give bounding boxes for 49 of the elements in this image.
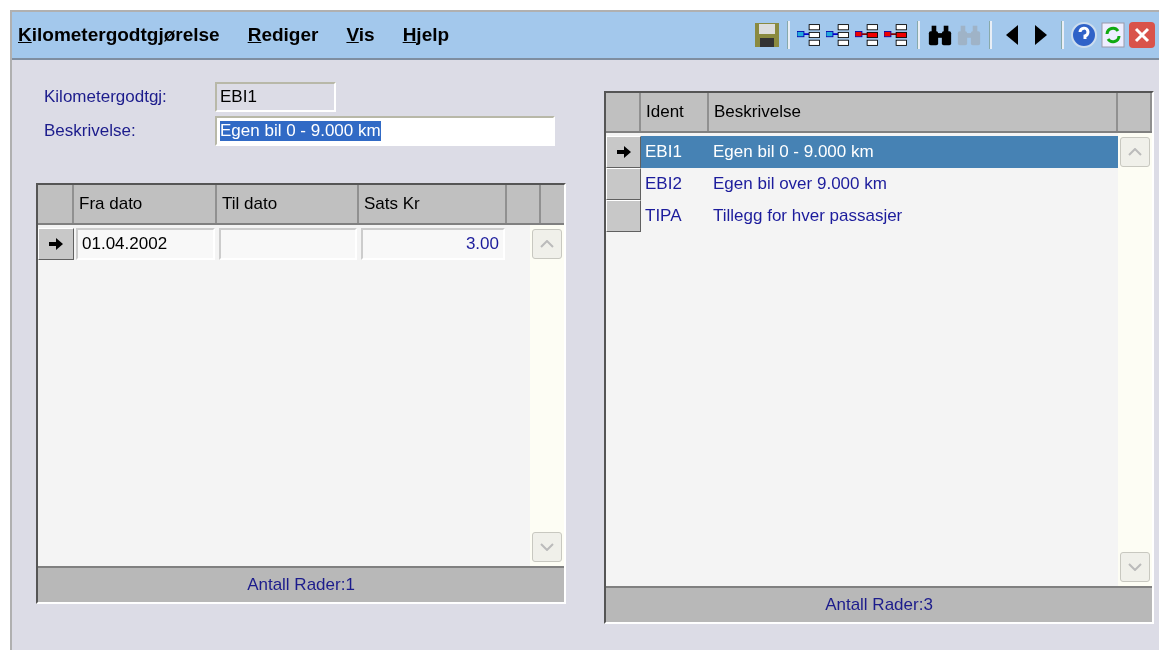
row-header[interactable] (606, 136, 641, 168)
table-cell-text: TIPA (644, 205, 683, 227)
add-row-icon[interactable] (797, 22, 823, 48)
input-field[interactable]: EBI1 (215, 82, 336, 112)
column-header[interactable]: Sats Kr (359, 185, 507, 223)
menu-item[interactable]: Vis (346, 24, 375, 46)
remove-row-icon[interactable] (855, 22, 881, 48)
row-pointer-icon (616, 146, 631, 158)
table-cell-text: Tillegg for hver passasjer (712, 205, 904, 227)
caret-up-icon (1128, 148, 1142, 156)
help-icon[interactable] (1071, 22, 1097, 48)
column-header[interactable]: Ident (641, 93, 709, 131)
column-header[interactable]: Til dato (217, 185, 359, 223)
caret-down-icon (1128, 563, 1142, 571)
menu-item[interactable]: Kilometergodtgjørelse (18, 24, 220, 46)
row-header[interactable] (606, 200, 641, 232)
row-header[interactable] (606, 168, 641, 200)
row-header[interactable] (38, 228, 74, 260)
row-count: Antall Rader:3 (606, 586, 1152, 622)
remove-row-icon[interactable] (884, 22, 910, 48)
row-pointer-icon (49, 238, 63, 250)
table-cell-text: EBI2 (644, 173, 683, 195)
field-label: Beskrivelse: (44, 121, 137, 141)
table-cell-text: Egen bil 0 - 9.000 km (712, 141, 875, 163)
table-cell-text: EBI1 (644, 141, 683, 163)
add-row-icon[interactable] (826, 22, 852, 48)
caret-up-icon (540, 240, 554, 248)
table-cell-text: Egen bil over 9.000 km (712, 173, 888, 195)
menu-item[interactable]: Hjelp (402, 24, 450, 46)
menu-item[interactable]: Rediger (247, 24, 319, 46)
caret-down-icon (540, 543, 554, 551)
previous-icon[interactable] (1006, 25, 1018, 45)
save-icon[interactable] (754, 22, 780, 48)
column-header[interactable]: Beskrivelse (709, 93, 1118, 131)
input-field[interactable]: Egen bil 0 - 9.000 km (215, 116, 555, 146)
table-row[interactable]: TIPA Tillegg for hver passasjer (606, 200, 1118, 232)
table-row[interactable]: EBI1 Egen bil 0 - 9.000 km (606, 136, 1118, 168)
close-icon[interactable] (1129, 22, 1155, 48)
table-cell[interactable]: 01.04.2002 (76, 228, 215, 260)
refresh-icon[interactable] (1101, 22, 1125, 48)
table-row[interactable]: 01.04.2002 3.00 (38, 228, 530, 260)
next-icon[interactable] (1035, 25, 1047, 45)
column-header[interactable]: Fra dato (74, 185, 217, 223)
table-row[interactable]: EBI2 Egen bil over 9.000 km (606, 168, 1118, 200)
field-label: Kilometergodtgj: (44, 87, 168, 107)
table-cell[interactable]: 3.00 (361, 228, 505, 260)
binoculars-icon[interactable] (927, 23, 953, 47)
table-cell[interactable] (219, 228, 357, 260)
row-count: Antall Rader:1 (38, 566, 564, 602)
